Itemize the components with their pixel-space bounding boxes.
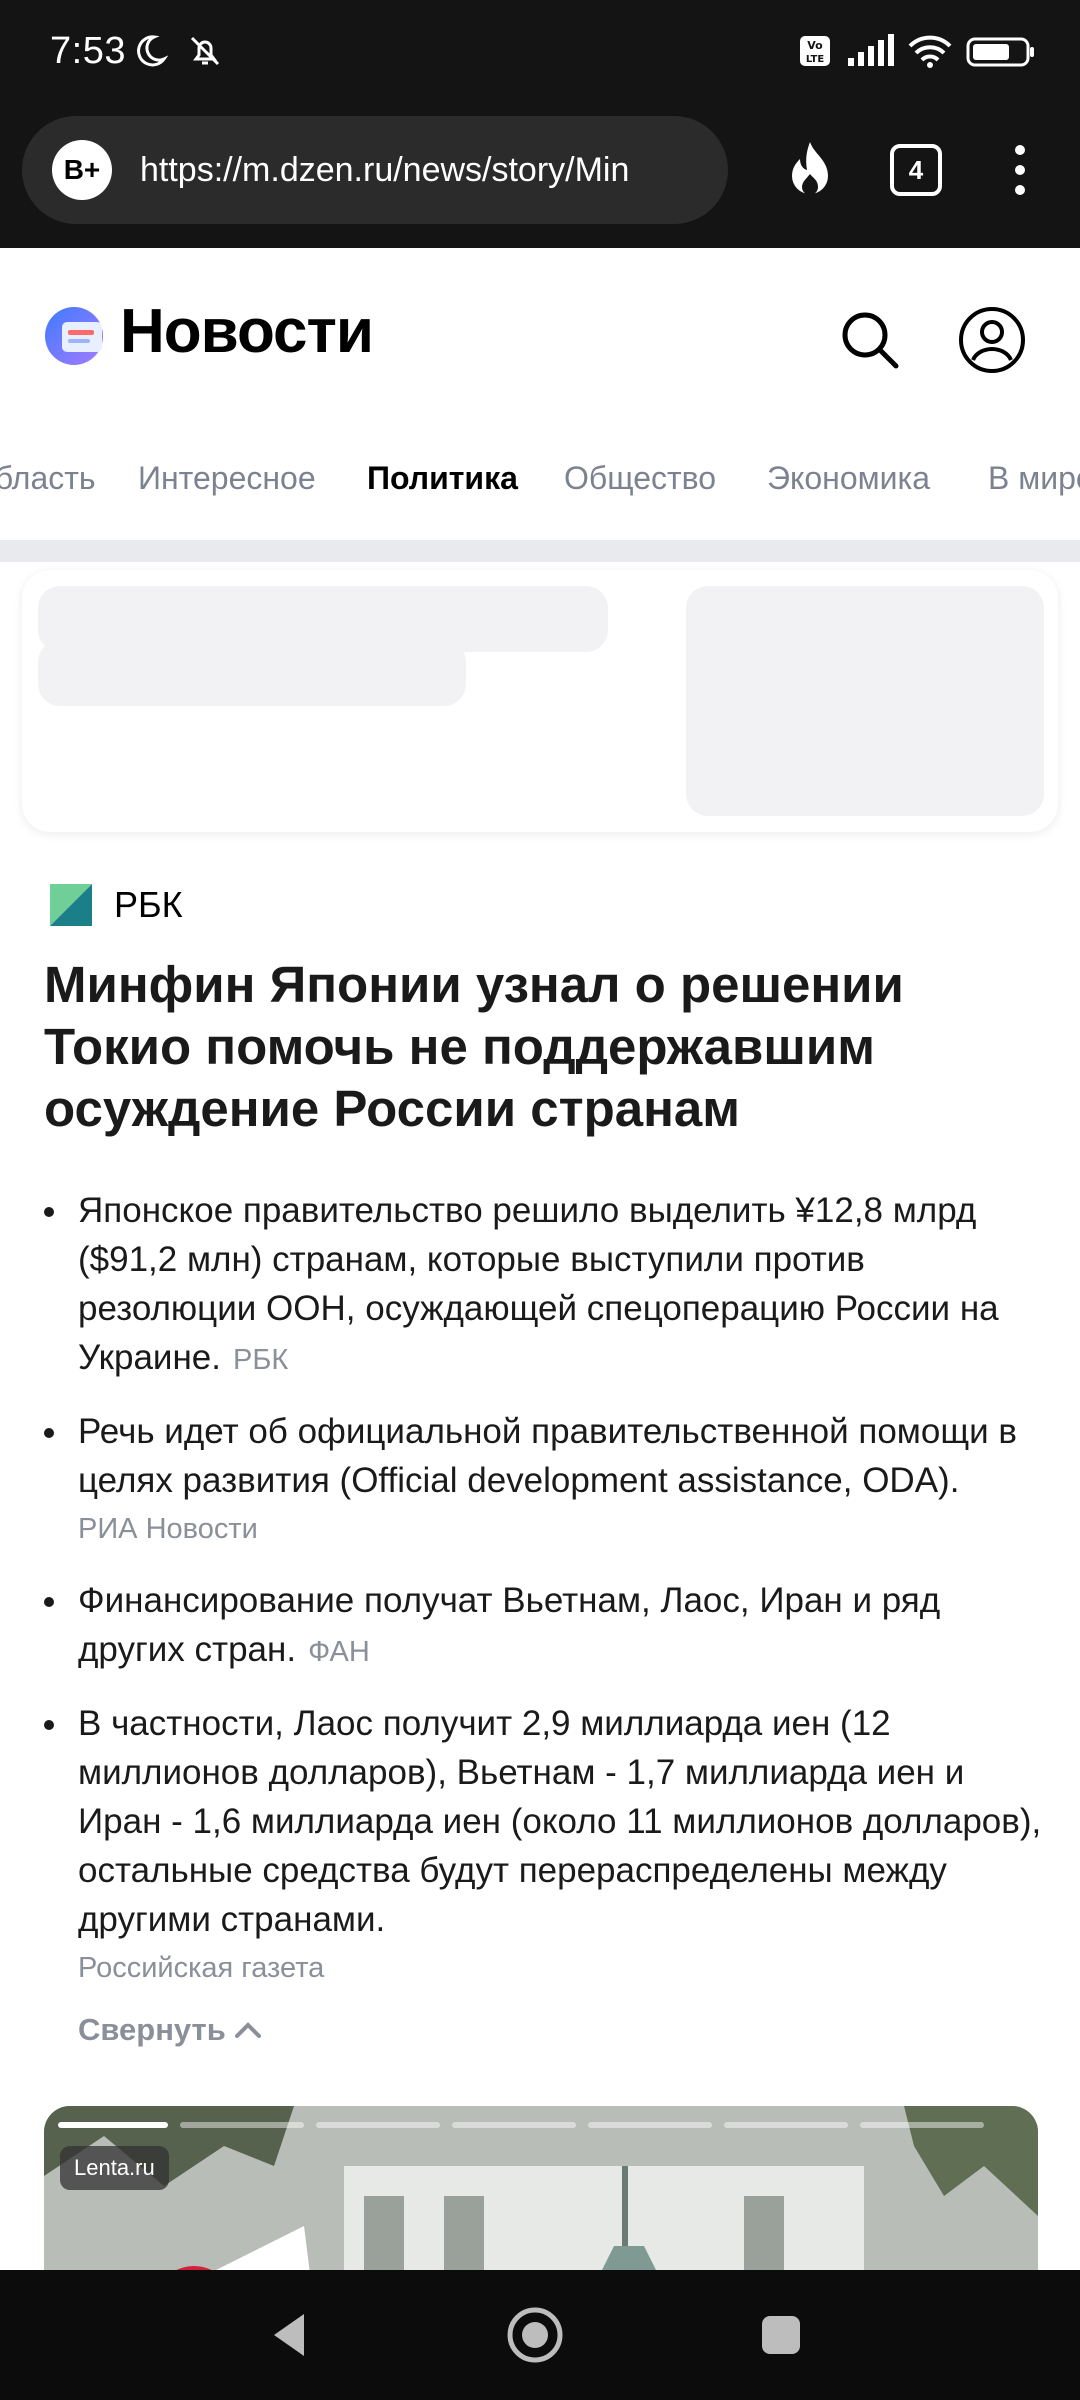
svg-text:LTE: LTE	[806, 54, 825, 65]
signal-icon	[846, 34, 894, 73]
story-progress-segment	[58, 2122, 168, 2128]
story-progress-segment	[724, 2122, 848, 2128]
summary-text: Японское правительство решило выделить ¥…	[78, 1191, 999, 1377]
story-progress-segment	[588, 2122, 712, 2128]
profile-badge[interactable]: B+	[52, 140, 112, 200]
status-icons-right: Vo LTE	[798, 34, 1036, 73]
home-icon[interactable]	[500, 2300, 570, 2370]
summary-text: Речь идет об официальной правительственн…	[78, 1412, 1018, 1500]
volte-icon: Vo LTE	[798, 34, 832, 73]
tab-region[interactable]: Область	[0, 460, 96, 497]
browser-toolbar: B+ https://m.dzen.ru/news/story/Min 4	[0, 92, 1080, 248]
flame-icon[interactable]	[768, 128, 852, 212]
tabs-button[interactable]: 4	[874, 128, 958, 212]
tab-count: 4	[890, 144, 942, 196]
wifi-icon	[908, 34, 952, 73]
source-row[interactable]: РБК	[50, 884, 183, 926]
summary-source-link[interactable]: РИА Новости	[78, 1505, 1044, 1554]
recents-icon[interactable]	[746, 2300, 816, 2370]
back-icon[interactable]	[256, 2300, 326, 2370]
summary-text: В частности, Лаос получит 2,9 миллиарда …	[78, 1704, 1042, 1939]
tab-society[interactable]: Общество	[564, 460, 716, 497]
summary-item: Финансирование получат Вьетнам, Лаос, Ир…	[44, 1576, 1044, 1677]
chevron-up-icon	[234, 2022, 261, 2038]
divider	[0, 540, 1080, 562]
skeleton-image	[686, 586, 1044, 816]
moon-icon	[132, 33, 169, 74]
tab-economy[interactable]: Экономика	[767, 460, 930, 497]
story-progress-segment	[180, 2122, 304, 2128]
story-progress-segment	[860, 2122, 984, 2128]
article-headline: Минфин Японии узнал о решении Токио помо…	[44, 956, 904, 1137]
summary-text: Финансирование получат Вьетнам, Лаос, Ир…	[78, 1581, 941, 1669]
collapse-button[interactable]: Свернуть	[78, 2012, 262, 2048]
summary-list: Японское правительство решило выделить ¥…	[44, 1186, 1044, 2015]
summary-source-link[interactable]: Российская газета	[78, 1944, 1044, 1993]
summary-source-link[interactable]: ФАН	[308, 1636, 370, 1668]
status-icons-left	[132, 32, 224, 75]
site-title[interactable]: Новости	[120, 296, 374, 367]
url-text[interactable]: https://m.dzen.ru/news/story/Min	[140, 151, 700, 190]
summary-item: В частности, Лаос получит 2,9 миллиарда …	[44, 1699, 1044, 1993]
bell-off-icon	[186, 32, 224, 75]
summary-item: Японское правительство решило выделить ¥…	[44, 1186, 1044, 1385]
story-progress-segment	[316, 2122, 440, 2128]
collapse-label: Свернуть	[78, 2012, 226, 2047]
address-bar[interactable]: B+ https://m.dzen.ru/news/story/Min	[22, 116, 728, 224]
system-navigation-bar	[0, 2270, 1080, 2400]
loading-placeholder-card	[22, 570, 1058, 832]
summary-source-link[interactable]: РБК	[233, 1344, 288, 1376]
source-name[interactable]: РБК	[114, 884, 183, 926]
status-time: 7:53	[50, 30, 126, 72]
skeleton-line	[38, 640, 466, 706]
story-image	[44, 2106, 1038, 2270]
svg-text:Vo: Vo	[807, 39, 823, 52]
status-bar: 7:53 Vo LTE	[0, 0, 1080, 92]
category-tabs: Область Интересное Политика Общество Эко…	[0, 424, 1080, 534]
site-header: Новости	[0, 248, 1080, 424]
news-logo-icon[interactable]	[44, 306, 104, 366]
profile-icon[interactable]	[956, 304, 1028, 376]
tab-world[interactable]: В мире	[988, 460, 1080, 497]
story-progress-segment	[452, 2122, 576, 2128]
more-menu-icon[interactable]	[978, 128, 1062, 212]
battery-icon	[966, 34, 1036, 73]
rbc-logo-icon	[50, 884, 92, 926]
story-source-badge: Lenta.ru	[60, 2146, 169, 2190]
page-content: Новости Область Интересное Политика Обще…	[0, 248, 1080, 2270]
tab-politics[interactable]: Политика	[367, 460, 518, 497]
tab-interesting[interactable]: Интересное	[138, 460, 316, 497]
story-card[interactable]: Lenta.ru	[44, 2106, 1038, 2270]
search-icon[interactable]	[834, 304, 906, 376]
summary-item: Речь идет об официальной правительственн…	[44, 1407, 1044, 1554]
